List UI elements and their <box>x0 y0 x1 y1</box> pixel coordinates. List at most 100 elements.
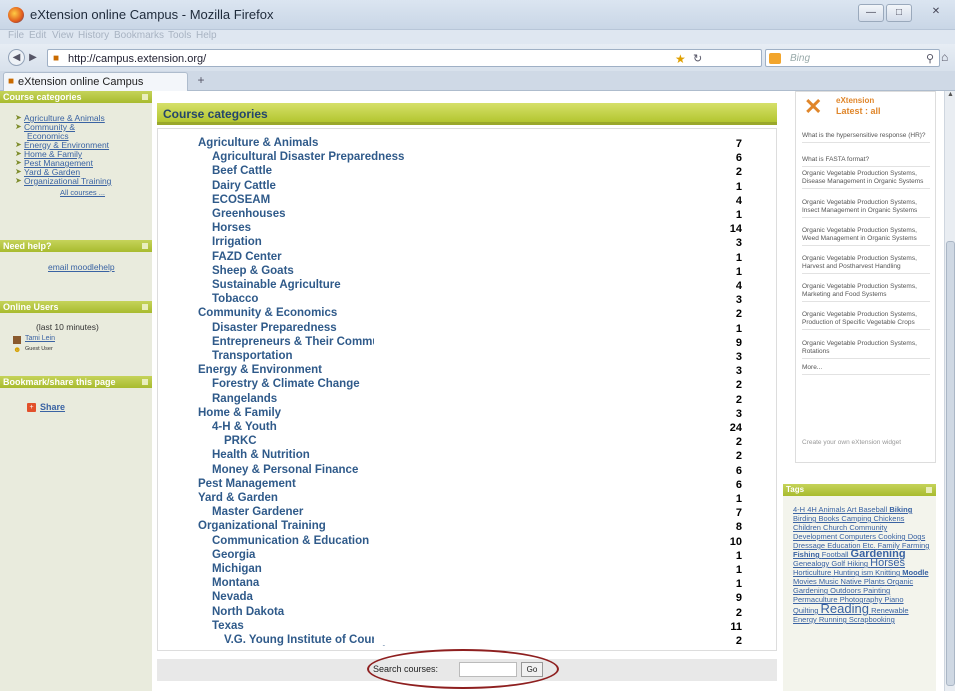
tag-link[interactable]: Golf <box>831 559 845 568</box>
category-link[interactable]: Georgia <box>212 549 255 563</box>
category-link[interactable]: PRKC <box>224 435 257 449</box>
address-bar[interactable]: ■ http://campus.extension.org/ ★ ↻ <box>47 49 762 67</box>
menu-help[interactable]: Help <box>196 30 217 41</box>
category-link[interactable]: Sustainable Agriculture <box>212 279 341 293</box>
menu-file[interactable]: File <box>8 30 24 41</box>
tag-link[interactable]: Chickens <box>874 514 905 523</box>
maximize-button[interactable]: □ <box>886 4 912 22</box>
category-link[interactable]: Community & Economics <box>198 307 337 321</box>
scroll-up-icon[interactable]: ▲ <box>945 91 955 102</box>
share-link[interactable]: Share <box>40 402 65 412</box>
menu-bookmarks[interactable]: Bookmarks <box>114 30 164 41</box>
tag-link[interactable]: Music <box>819 577 839 586</box>
tag-link[interactable]: Art <box>847 505 857 514</box>
collapse-icon[interactable] <box>142 243 148 249</box>
category-link[interactable]: Communication & Education <box>212 535 369 549</box>
tag-link[interactable]: Biking <box>889 505 912 514</box>
category-link[interactable]: Agriculture & Animals <box>198 137 318 151</box>
tag-link[interactable]: Genealogy <box>793 559 829 568</box>
tag-link[interactable]: Quilting <box>793 606 818 615</box>
tag-link[interactable]: Renewable <box>871 606 909 615</box>
close-button[interactable]: ✕ <box>924 4 948 22</box>
collapse-icon[interactable] <box>926 487 932 493</box>
all-courses-link[interactable]: All courses ... <box>60 188 105 197</box>
tag-link[interactable]: Football <box>822 550 849 559</box>
tag-link[interactable]: Horticulture <box>793 568 831 577</box>
tag-link[interactable]: Energy <box>793 615 817 624</box>
category-link[interactable]: 4-H & Youth <box>212 421 277 435</box>
home-icon[interactable]: ⌂ <box>941 50 948 64</box>
category-link[interactable]: Greenhouses <box>212 208 286 222</box>
create-widget-link[interactable]: Create your own eXtension widget <box>802 439 930 449</box>
bookmark-star-icon[interactable]: ★ <box>675 52 686 66</box>
category-link[interactable]: Health & Nutrition <box>212 449 310 463</box>
menu-tools[interactable]: Tools <box>168 30 191 41</box>
category-link[interactable]: Pest Management <box>198 478 296 492</box>
category-link[interactable]: Tobacco <box>212 293 258 307</box>
tag-link[interactable]: Painting <box>863 586 890 595</box>
search-engine-icon[interactable] <box>769 53 781 64</box>
menu-history[interactable]: History <box>78 30 109 41</box>
tag-link[interactable]: Moodle <box>902 568 928 577</box>
category-link[interactable]: ECOSEAM <box>212 194 270 208</box>
tag-link[interactable]: Hiking <box>847 559 868 568</box>
tag-link[interactable]: Computers <box>839 532 876 541</box>
tag-link[interactable]: Books <box>818 514 839 523</box>
tag-link[interactable]: Outdoors <box>830 586 861 595</box>
category-link[interactable]: Yard & Garden <box>198 492 278 506</box>
category-link[interactable]: Horses <box>212 222 251 236</box>
tag-link[interactable]: Church <box>823 523 847 532</box>
category-link[interactable]: Dairy Cattle <box>212 180 276 194</box>
category-link[interactable]: North Dakota <box>212 606 284 620</box>
tag-link[interactable]: Farming <box>902 541 930 550</box>
tag-link[interactable]: Cooking <box>878 532 906 541</box>
widget-question-link[interactable]: Organic Vegetable Production Systems, We… <box>802 227 930 246</box>
tag-link[interactable]: Children <box>793 523 821 532</box>
tag-link[interactable]: Baseball <box>859 505 888 514</box>
widget-question-link[interactable]: What is the hypersensitive response (HR)… <box>802 132 930 143</box>
category-link[interactable]: Master Gardener <box>212 506 303 520</box>
tag-link[interactable]: Movies <box>793 577 817 586</box>
tag-link[interactable]: Birding <box>793 514 816 523</box>
widget-question-link[interactable]: Organic Vegetable Production Systems, In… <box>802 199 930 218</box>
category-link[interactable]: Michigan <box>212 563 262 577</box>
category-link[interactable]: Texas <box>212 620 244 634</box>
category-link[interactable]: FAZD Center <box>212 251 282 265</box>
category-link[interactable]: Montana <box>212 577 259 591</box>
widget-question-link[interactable]: Organic Vegetable Production Systems, Ma… <box>802 283 930 302</box>
new-tab-button[interactable]: + <box>190 72 212 89</box>
category-link[interactable]: Agricultural Disaster Preparedness <box>212 151 404 165</box>
tag-link[interactable]: 4H <box>807 505 817 514</box>
widget-question-link[interactable]: Organic Vegetable Production Systems, Ro… <box>802 340 930 359</box>
tag-link[interactable]: Camping <box>841 514 871 523</box>
minimize-button[interactable]: — <box>858 4 884 22</box>
tag-link[interactable]: 4-H <box>793 505 805 514</box>
scroll-thumb[interactable] <box>946 241 955 686</box>
forward-arrow-icon[interactable]: ▶ <box>26 50 40 65</box>
tab-extension-campus[interactable]: ■ eXtension online Campus <box>3 72 188 92</box>
tag-link[interactable]: Native Plants <box>841 577 885 586</box>
online-user-link[interactable]: Tami Lein <box>25 335 55 342</box>
url-text[interactable]: http://campus.extension.org/ <box>68 53 206 65</box>
collapse-icon[interactable] <box>142 94 148 100</box>
category-link[interactable]: Energy & Environment <box>198 364 322 378</box>
back-arrow-icon[interactable]: ◀ <box>8 49 25 66</box>
tag-link[interactable]: Reading <box>821 601 869 616</box>
category-link[interactable]: Beef Cattle <box>212 165 272 179</box>
share-plus-icon[interactable]: + <box>27 403 36 412</box>
tag-link[interactable]: Animals <box>818 505 845 514</box>
menu-edit[interactable]: Edit <box>29 30 46 41</box>
category-link[interactable]: Home & Family <box>198 407 281 421</box>
tag-link[interactable]: Fishing <box>793 550 820 559</box>
tag-link[interactable]: Piano <box>884 595 903 604</box>
sidebar-category[interactable]: Organizational Training <box>24 177 111 186</box>
reload-icon[interactable]: ↻ <box>693 52 702 65</box>
category-link[interactable]: Forestry & Climate Change <box>212 378 360 392</box>
tag-link[interactable]: Running <box>819 615 847 624</box>
widget-question-link[interactable]: What is FASTA format? <box>802 156 930 167</box>
tag-link[interactable]: Knitting <box>875 568 900 577</box>
widget-question-link[interactable]: Organic Vegetable Production Systems, Di… <box>802 170 930 189</box>
category-link[interactable]: Nevada <box>212 591 253 605</box>
page-scrollbar[interactable]: ▲ <box>944 91 955 691</box>
category-link[interactable]: Sheep & Goats <box>212 265 294 279</box>
